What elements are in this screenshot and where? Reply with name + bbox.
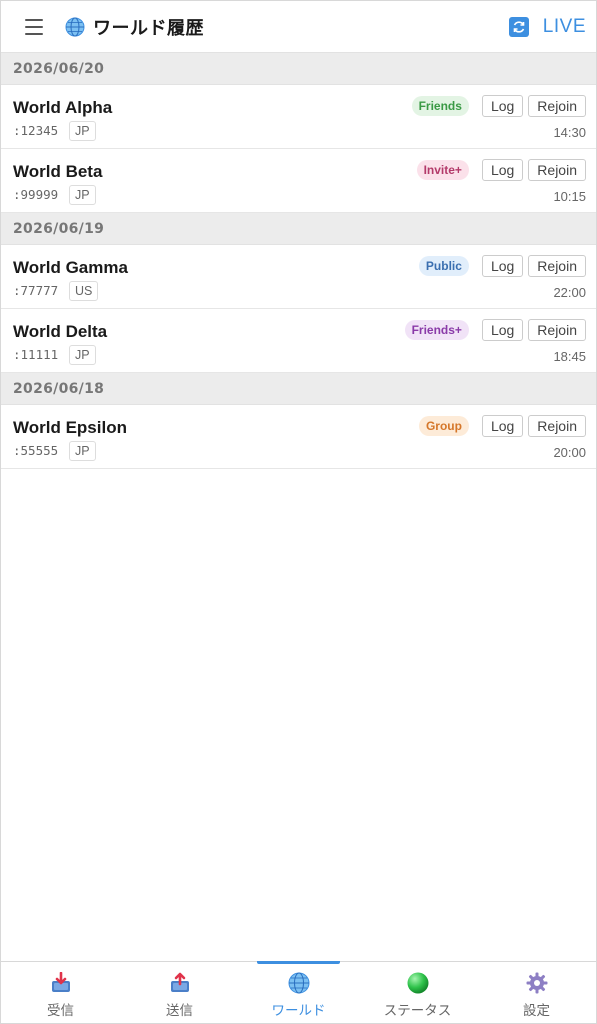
world-name: World Delta [13, 322, 108, 341]
world-instance-id: :11111 [13, 347, 59, 362]
rejoin-button[interactable]: Rejoin [528, 159, 586, 181]
rejoin-button[interactable]: Rejoin [528, 255, 586, 277]
date-header: 2026/06/20 [1, 53, 596, 85]
nav-item-settings[interactable]: 設定 [477, 962, 596, 1023]
bottom-nav: 受信 送信 ワールド ステータス 設定 [1, 961, 596, 1023]
world-instance-id: :55555 [13, 443, 59, 458]
region-tag: JP [69, 121, 96, 141]
rejoin-button[interactable]: Rejoin [528, 95, 586, 117]
green-status-orb-icon [407, 972, 428, 994]
gear-icon [526, 972, 547, 994]
access-badge: Invite+ [416, 160, 469, 180]
world-history-list: 2026/06/20 World Alpha :12345 JP Friends… [1, 53, 596, 469]
visit-time: 14:30 [553, 125, 586, 140]
region-tag: US [69, 281, 99, 301]
list-item: World Beta :99999 JP Invite+ Log Rejoin … [1, 149, 596, 213]
row-actions: Group Log Rejoin [418, 415, 586, 437]
nav-item-inbox[interactable]: 受信 [1, 962, 120, 1023]
nav-label: 設定 [523, 1003, 550, 1019]
nav-item-outbox[interactable]: 送信 [120, 962, 239, 1023]
nav-item-world[interactable]: ワールド [239, 961, 358, 1023]
world-name: World Epsilon [13, 418, 127, 437]
inbox-download-icon [51, 972, 70, 992]
globe-icon [65, 17, 85, 36]
rejoin-button[interactable]: Rejoin [528, 319, 586, 341]
live-toggle[interactable]: LIVE [508, 1, 586, 53]
access-badge: Group [418, 416, 469, 436]
refresh-icon [508, 17, 529, 37]
outbox-upload-icon [170, 972, 189, 992]
log-button[interactable]: Log [481, 159, 524, 181]
log-button[interactable]: Log [481, 319, 524, 341]
row-actions: Friends Log Rejoin [411, 95, 586, 117]
nav-item-status[interactable]: ステータス [358, 962, 477, 1023]
visit-time: 10:15 [553, 189, 586, 204]
access-badge: Friends+ [404, 320, 469, 340]
row-actions: Public Log Rejoin [418, 255, 586, 277]
access-badge: Friends [411, 96, 469, 116]
date-header: 2026/06/18 [1, 373, 596, 405]
hamburger-icon[interactable] [23, 18, 45, 36]
region-tag: JP [69, 345, 96, 365]
nav-label: 送信 [166, 1003, 193, 1019]
world-instance-id: :99999 [13, 187, 59, 202]
rejoin-button[interactable]: Rejoin [528, 415, 586, 437]
nav-label: ステータス [383, 1003, 452, 1019]
row-actions: Invite+ Log Rejoin [416, 159, 586, 181]
world-name: World Alpha [13, 98, 113, 117]
log-button[interactable]: Log [481, 95, 524, 117]
region-tag: JP [69, 441, 96, 461]
list-item: World Alpha :12345 JP Friends Log Rejoin… [1, 85, 596, 149]
visit-time: 18:45 [553, 349, 586, 364]
page-title: ワールド履歴 [93, 17, 204, 39]
list-item: World Delta :11111 JP Friends+ Log Rejoi… [1, 309, 596, 373]
list-item: World Gamma :77777 US Public Log Rejoin … [1, 245, 596, 309]
world-name: World Beta [13, 162, 103, 181]
region-tag: JP [69, 185, 96, 205]
visit-time: 22:00 [553, 285, 586, 300]
row-actions: Friends+ Log Rejoin [404, 319, 586, 341]
nav-label: 受信 [47, 1003, 74, 1019]
world-name: World Gamma [13, 258, 128, 277]
date-header: 2026/06/19 [1, 213, 596, 245]
live-label: LIVE [542, 16, 586, 37]
world-instance-id: :12345 [13, 123, 59, 138]
app-header: ワールド履歴 LIVE [1, 1, 596, 53]
world-instance-id: :77777 [13, 283, 59, 298]
access-badge: Public [418, 256, 469, 276]
log-button[interactable]: Log [481, 415, 524, 437]
nav-label: ワールド [271, 1003, 326, 1019]
list-item: World Epsilon :55555 JP Group Log Rejoin… [1, 405, 596, 469]
log-button[interactable]: Log [481, 255, 524, 277]
globe-icon [288, 972, 309, 994]
visit-time: 20:00 [553, 445, 586, 460]
